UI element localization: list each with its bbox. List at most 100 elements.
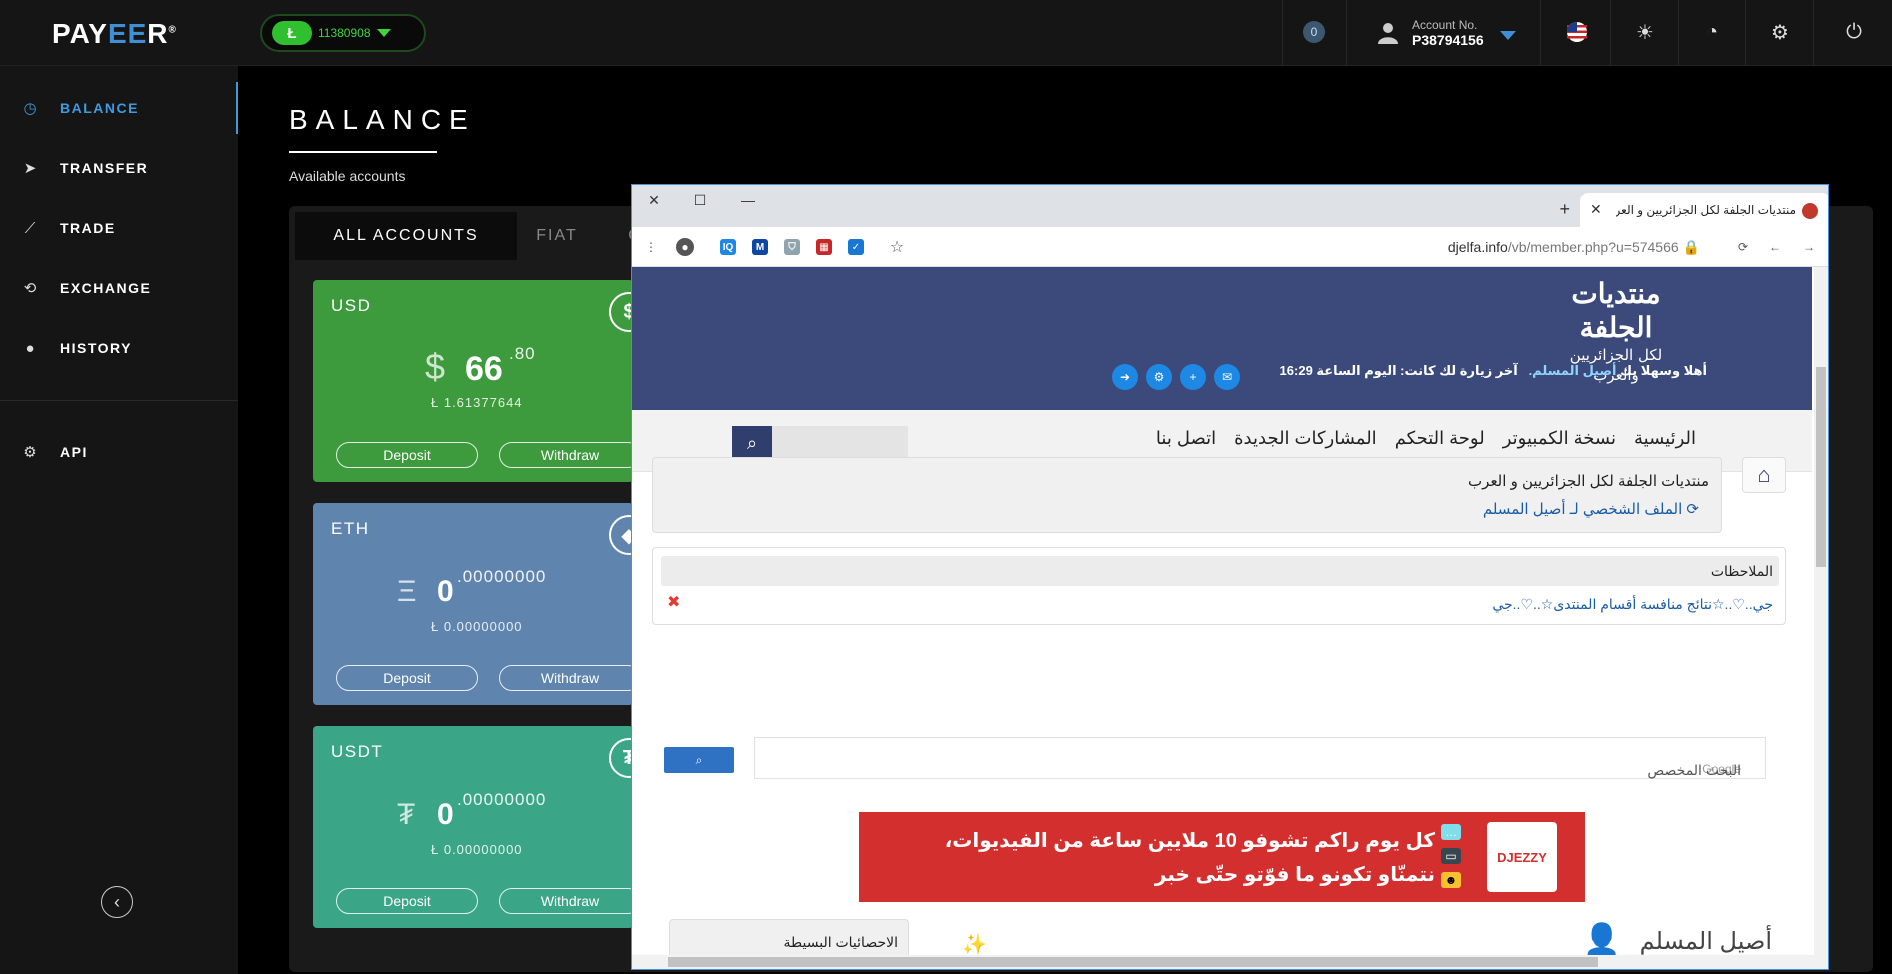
horizontal-scrollbar[interactable] xyxy=(632,955,1828,969)
top-bar: PAYEER® Ł 11380908 0 Account No. P387941… xyxy=(0,0,1892,66)
withdraw-button[interactable]: Withdraw xyxy=(499,665,633,691)
account-number: P38794156 xyxy=(1412,32,1484,48)
browser-toolbar: ⋮ ● IQ M ⛉ ▦ ✓ ☆ djelfa.info/vb/member.p… xyxy=(632,227,1828,267)
nav-control-panel[interactable]: لوحة التحكم xyxy=(1395,428,1485,449)
logout-icon[interactable]: ➜ xyxy=(1112,364,1138,390)
web-page: منتديات الجلفة لكل الجزائريين والعرب أهل… xyxy=(632,267,1828,969)
chat-icon: … xyxy=(1441,824,1461,840)
sidebar-item-api[interactable]: ⚙ API xyxy=(0,426,238,478)
ltc-balance-selector[interactable]: Ł 11380908 xyxy=(260,14,426,52)
power-icon[interactable]: ⏻ xyxy=(1842,20,1866,44)
notification-badge[interactable]: 0 xyxy=(1303,21,1325,43)
forward-icon[interactable]: → xyxy=(1800,238,1818,256)
breadcrumb-link[interactable]: ⟳ الملف الشخصي لـ أصيل المسلم xyxy=(1483,500,1699,518)
currency-symbol: Ξ xyxy=(397,575,417,608)
star-icon: ✨ xyxy=(962,934,987,956)
home-icon[interactable]: ⌂ xyxy=(1742,457,1786,493)
google-search-button[interactable]: ⌕ xyxy=(664,747,734,773)
notes-link[interactable]: جي..♡..☆نتائج منافسة أقسام المنتدى☆..♡..… xyxy=(1492,596,1773,613)
deposit-button[interactable]: Deposit xyxy=(336,888,478,914)
scroll-thumb[interactable] xyxy=(668,957,1598,967)
sidebar-item-balance[interactable]: ◷ BALANCE xyxy=(0,82,238,134)
ltc-icon: Ł xyxy=(272,21,312,45)
close-icon[interactable]: ✖ xyxy=(667,592,680,612)
collapse-sidebar-button[interactable]: ‹ xyxy=(101,886,133,918)
deposit-button[interactable]: Deposit xyxy=(336,665,478,691)
advertisement-banner[interactable]: DJEZZY كل يوم راكم تشوفو 10 ملايين ساعة … xyxy=(859,812,1585,902)
extension-m-icon[interactable]: M xyxy=(752,239,768,255)
page-title: BALANCE xyxy=(289,104,476,135)
site-logo-line1: منتديات الجلفة xyxy=(1571,277,1661,344)
withdraw-button[interactable]: Withdraw xyxy=(499,888,633,914)
sidebar-item-history[interactable]: ● HISTORY xyxy=(0,322,238,374)
account-card-usdt: USDT ₮ ₮ 0 .00000000 Ł 0.00000000 Deposi… xyxy=(313,726,633,928)
djezzy-logo: DJEZZY xyxy=(1487,822,1557,892)
site-search-input[interactable] xyxy=(768,426,908,458)
welcome-username[interactable]: أصيل المسلم. xyxy=(1529,363,1617,378)
search-icon: ⌕ xyxy=(695,752,703,767)
nav-home[interactable]: الرئيسية xyxy=(1634,428,1696,449)
sun-icon[interactable]: ☀ xyxy=(1633,20,1657,44)
url-path: /vb/member.php?u=574566 xyxy=(1507,239,1679,255)
extension-red-icon[interactable]: ▦ xyxy=(816,239,832,255)
favicon xyxy=(1802,203,1818,219)
close-window-button[interactable]: ✕ xyxy=(642,189,666,211)
chevron-down-icon xyxy=(1500,31,1516,40)
deposit-button[interactable]: Deposit xyxy=(336,442,478,468)
ltc-balance-value: 11380908 xyxy=(318,26,371,40)
balance-fraction: .00000000 xyxy=(457,567,547,586)
browser-tab[interactable]: منتديات الجلفة لكل الجزائريين و العرب ✕ xyxy=(1580,193,1828,227)
gear-icon[interactable]: ⚙ xyxy=(1768,20,1792,44)
messages-icon[interactable]: ✉ xyxy=(1214,364,1240,390)
nav-desktop-version[interactable]: نسخة الكمبيوتر xyxy=(1503,428,1616,449)
extension-iq-icon[interactable]: IQ xyxy=(720,239,736,255)
browser-tab-title: منتديات الجلفة لكل الجزائريين و العرب xyxy=(1616,203,1796,217)
ltc-equivalent: Ł 0.00000000 xyxy=(431,842,523,857)
new-tab-button[interactable]: + xyxy=(1559,199,1570,220)
breadcrumb-title[interactable]: منتديات الجلفة لكل الجزائريين و العرب xyxy=(1468,472,1709,490)
extension-shield-icon[interactable]: ⛉ xyxy=(784,239,800,255)
maximize-button[interactable]: ☐ xyxy=(688,189,712,211)
site-logo[interactable]: منتديات الجلفة لكل الجزائريين والعرب xyxy=(1546,277,1686,384)
close-tab-icon[interactable]: ✕ xyxy=(1590,201,1602,218)
minimize-button[interactable]: — xyxy=(736,189,760,211)
sidebar-item-transfer[interactable]: ➤ TRANSFER xyxy=(0,142,238,194)
vertical-scrollbar[interactable] xyxy=(1814,267,1828,957)
add-user-icon[interactable]: + xyxy=(1180,364,1206,390)
sidebar-item-trade[interactable]: ⟋ TRADE xyxy=(0,202,238,254)
tab-all-accounts[interactable]: ALL ACCOUNTS xyxy=(295,212,517,260)
tab-fiat[interactable]: FIAT xyxy=(517,212,597,260)
search-icon[interactable]: ⌕ xyxy=(732,426,772,460)
sidebar-item-label: TRADE xyxy=(60,220,116,236)
currency-name: ETH xyxy=(331,519,370,538)
url-host: djelfa.info xyxy=(1447,239,1508,255)
sidebar-item-exchange[interactable]: ⟲ EXCHANGE xyxy=(0,262,238,314)
ad-line1: كل يوم راكم تشوفو 10 ملايين ساعة من الفي… xyxy=(944,830,1435,852)
ltc-equivalent: Ł 0.00000000 xyxy=(431,619,523,634)
support-icon[interactable]: ◔ xyxy=(1700,20,1724,44)
gears-icon: ⚙ xyxy=(23,444,37,461)
star-bookmark-icon[interactable]: ☆ xyxy=(888,238,906,256)
payeer-logo[interactable]: PAYEER® xyxy=(52,18,177,50)
menu-dots-icon[interactable]: ⋮ xyxy=(642,238,660,256)
nav-contact[interactable]: اتصل بنا xyxy=(1156,428,1216,449)
divider xyxy=(1610,0,1611,66)
sidebar-item-label: EXCHANGE xyxy=(60,280,152,296)
divider xyxy=(1282,0,1283,66)
scroll-thumb[interactable] xyxy=(1816,367,1826,567)
avatar[interactable]: ● xyxy=(676,238,694,256)
us-flag-icon[interactable] xyxy=(1565,20,1589,44)
browser-window: ✕ ☐ — + منتديات الجلفة لكل الجزائريين و … xyxy=(631,184,1829,970)
reload-icon[interactable]: ⟳ xyxy=(1734,238,1752,256)
settings-icon[interactable]: ⚙ xyxy=(1146,364,1172,390)
address-bar[interactable]: djelfa.info/vb/member.php?u=574566 🔒 xyxy=(1448,239,1700,256)
nav-new-posts[interactable]: المشاركات الجديدة xyxy=(1234,428,1377,449)
divider xyxy=(1745,0,1746,66)
google-search-input[interactable]: Google البحث المخصص xyxy=(754,737,1766,779)
withdraw-button[interactable]: Withdraw xyxy=(499,442,633,468)
site-header: منتديات الجلفة لكل الجزائريين والعرب أهل… xyxy=(632,267,1812,410)
back-icon[interactable]: ← xyxy=(1766,238,1784,256)
divider xyxy=(1678,0,1679,66)
extension-check-icon[interactable]: ✓ xyxy=(848,239,864,255)
search-placeholder: البحث المخصص xyxy=(1647,762,1741,778)
